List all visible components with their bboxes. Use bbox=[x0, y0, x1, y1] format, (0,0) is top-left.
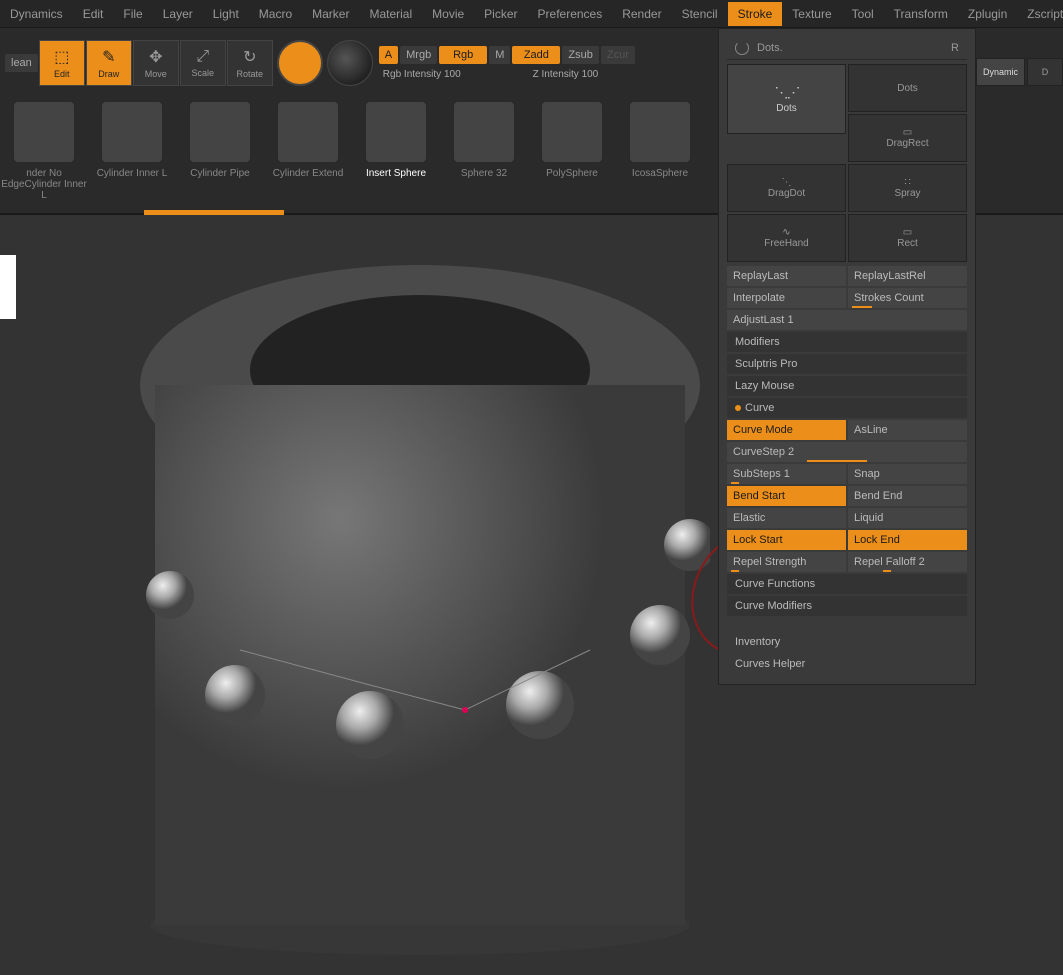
panel-hotkey: R bbox=[951, 42, 959, 54]
menu-zplugin[interactable]: Zplugin bbox=[958, 2, 1017, 26]
menu-layer[interactable]: Layer bbox=[153, 2, 203, 26]
shelf-nder-no-edgecylinder-inner-l[interactable]: nder No EdgeCylinder Inner L bbox=[0, 102, 88, 213]
model-preview bbox=[130, 235, 710, 955]
menu-tool[interactable]: Tool bbox=[842, 2, 884, 26]
edit-label: Edit bbox=[54, 69, 70, 79]
elastic[interactable]: Elastic bbox=[727, 508, 846, 528]
d-button[interactable]: D bbox=[1027, 58, 1063, 86]
replay-last[interactable]: ReplayLast bbox=[727, 266, 846, 286]
move-tool[interactable]: ✥Move bbox=[133, 40, 179, 86]
curve-modifiers[interactable]: Curve Modifiers bbox=[727, 596, 967, 616]
menu-edit[interactable]: Edit bbox=[73, 2, 114, 26]
lock-start[interactable]: Lock Start bbox=[727, 530, 846, 550]
stroke-spray[interactable]: ∷Spray bbox=[848, 164, 967, 212]
zcur-toggle[interactable]: Zcur bbox=[601, 46, 635, 64]
draw-label: Draw bbox=[98, 69, 119, 79]
scale-label: Scale bbox=[192, 68, 215, 78]
color-swatch[interactable] bbox=[277, 40, 323, 86]
lazymouse-section[interactable]: Lazy Mouse bbox=[727, 376, 967, 396]
repel-strength[interactable]: Repel Strength bbox=[727, 552, 846, 572]
stroke-dots-large[interactable]: ⋱⋰Dots bbox=[727, 64, 846, 134]
lock-end[interactable]: Lock End bbox=[848, 530, 967, 550]
menu-texture[interactable]: Texture bbox=[782, 2, 841, 26]
asline[interactable]: AsLine bbox=[848, 420, 967, 440]
menu-file[interactable]: File bbox=[113, 2, 152, 26]
menu-transform[interactable]: Transform bbox=[884, 2, 958, 26]
a-toggle[interactable]: A bbox=[379, 46, 398, 64]
stroke-rect[interactable]: ▭Rect bbox=[848, 214, 967, 262]
menu-marker[interactable]: Marker bbox=[302, 2, 359, 26]
menu-dynamics[interactable]: Dynamics bbox=[0, 2, 73, 26]
white-square bbox=[0, 255, 16, 319]
inventory-section[interactable]: Inventory bbox=[727, 632, 967, 652]
shelf-cylinder-inner-l[interactable]: Cylinder Inner L bbox=[88, 102, 176, 213]
shelf-icosasphere[interactable]: IcosaSphere bbox=[616, 102, 704, 213]
bend-start[interactable]: Bend Start bbox=[727, 486, 846, 506]
history-icon[interactable] bbox=[735, 41, 749, 55]
repel-falloff[interactable]: Repel Falloff 2 bbox=[848, 552, 967, 572]
bend-end[interactable]: Bend End bbox=[848, 486, 967, 506]
shelf-insert-sphere[interactable]: Insert Sphere bbox=[352, 102, 440, 213]
shelf-sphere-32[interactable]: Sphere 32 bbox=[440, 102, 528, 213]
clean-button[interactable]: lean bbox=[5, 54, 38, 72]
adjust-last[interactable]: AdjustLast 1 bbox=[727, 310, 967, 330]
shelf-cylinder-pipe[interactable]: Cylinder Pipe bbox=[176, 102, 264, 213]
shelf-cylinder-extend[interactable]: Cylinder Extend bbox=[264, 102, 352, 213]
substeps[interactable]: SubSteps 1 bbox=[727, 464, 846, 484]
zadd-toggle[interactable]: Zadd bbox=[512, 46, 560, 64]
stroke-freehand[interactable]: ∿FreeHand bbox=[727, 214, 846, 262]
z-intensity-label: Z Intensity 100 bbox=[529, 68, 603, 81]
right-tools: Dynamic D bbox=[976, 58, 1063, 86]
stroke-dragdot[interactable]: ⋱DragDot bbox=[727, 164, 846, 212]
strokes-count[interactable]: Strokes Count bbox=[848, 288, 967, 308]
scale-tool[interactable]: ⤢Scale bbox=[180, 40, 226, 86]
menu-bar: DynamicsEditFileLayerLightMacroMarkerMat… bbox=[0, 0, 1063, 28]
rotate-tool[interactable]: ↻Rotate bbox=[227, 40, 273, 86]
interpolate[interactable]: Interpolate bbox=[727, 288, 846, 308]
rgb-toggle[interactable]: Rgb bbox=[439, 46, 487, 64]
mrgb-toggle[interactable]: Mrgb bbox=[400, 46, 437, 64]
panel-title: Dots. bbox=[749, 42, 951, 54]
move-label: Move bbox=[145, 69, 167, 79]
stroke-panel: Dots. R ⋱⋰Dots Dots ▭DragRect ⋱DragDot ∷… bbox=[718, 28, 976, 685]
draw-tool[interactable]: ✎Draw bbox=[86, 40, 132, 86]
curve-step[interactable]: CurveStep 2 bbox=[727, 442, 967, 462]
m-toggle[interactable]: M bbox=[489, 46, 510, 64]
snap[interactable]: Snap bbox=[848, 464, 967, 484]
shelf-polysphere[interactable]: PolySphere bbox=[528, 102, 616, 213]
liquid[interactable]: Liquid bbox=[848, 508, 967, 528]
menu-render[interactable]: Render bbox=[612, 2, 671, 26]
channel-row: A Mrgb Rgb M Zadd Zsub Zcur bbox=[379, 46, 635, 64]
menu-material[interactable]: Material bbox=[359, 2, 422, 26]
menu-picker[interactable]: Picker bbox=[474, 2, 527, 26]
stroke-dragrect[interactable]: ▭DragRect bbox=[848, 114, 967, 162]
curve-functions[interactable]: Curve Functions bbox=[727, 574, 967, 594]
curves-helper-section[interactable]: Curves Helper bbox=[727, 654, 967, 674]
curve-mode[interactable]: Curve Mode bbox=[727, 420, 846, 440]
menu-preferences[interactable]: Preferences bbox=[528, 2, 613, 26]
modifiers-section[interactable]: Modifiers bbox=[727, 332, 967, 352]
rgb-intensity-label: Rgb Intensity 100 bbox=[379, 68, 465, 81]
sculptris-section[interactable]: Sculptris Pro bbox=[727, 354, 967, 374]
zsub-toggle[interactable]: Zsub bbox=[562, 46, 598, 64]
curve-section[interactable]: Curve bbox=[727, 398, 967, 418]
dynamic-button[interactable]: Dynamic bbox=[976, 58, 1025, 86]
menu-stroke[interactable]: Stroke bbox=[728, 2, 783, 26]
menu-zscript[interactable]: Zscript bbox=[1017, 2, 1063, 26]
material-swatch[interactable] bbox=[327, 40, 373, 86]
edit-tool[interactable]: ⬚Edit bbox=[39, 40, 85, 86]
stroke-dots[interactable]: Dots bbox=[848, 64, 967, 112]
menu-stencil[interactable]: Stencil bbox=[672, 2, 728, 26]
menu-movie[interactable]: Movie bbox=[422, 2, 474, 26]
rotate-label: Rotate bbox=[237, 69, 264, 79]
menu-macro[interactable]: Macro bbox=[249, 2, 302, 26]
menu-light[interactable]: Light bbox=[203, 2, 249, 26]
replay-last-rel[interactable]: ReplayLastRel bbox=[848, 266, 967, 286]
